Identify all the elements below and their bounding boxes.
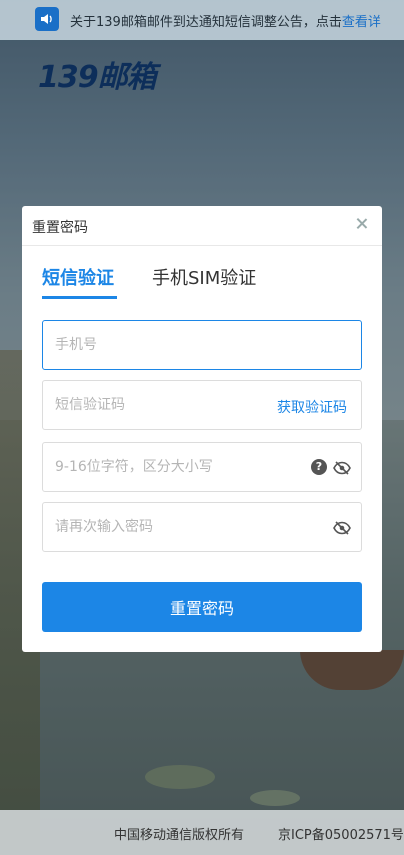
reset-password-button[interactable]: 重置密码 bbox=[42, 582, 362, 632]
verify-tabs: 短信验证 手机SIM验证 bbox=[42, 264, 362, 299]
notice-text: 关于139邮箱邮件到达通知短信调整公告，点击查看详 bbox=[70, 11, 381, 30]
phone-input[interactable] bbox=[55, 321, 275, 369]
password-field: ? bbox=[42, 442, 362, 492]
footer: 中国移动通信版权所有 京ICP备05002571号 bbox=[0, 810, 404, 855]
tab-label: 短信验证 bbox=[42, 268, 114, 289]
get-code-button[interactable]: 获取验证码 bbox=[277, 397, 347, 417]
speaker-icon bbox=[35, 7, 59, 31]
notice-message: 关于139邮箱邮件到达通知短信调整公告，点击 bbox=[70, 15, 342, 30]
sms-code-field: 获取验证码 bbox=[42, 380, 362, 430]
icp-link[interactable]: 京ICP备05002571号 bbox=[278, 824, 404, 843]
reset-password-modal: 重置密码 短信验证 手机SIM验证 获取验证码 ? 重置密码 bbox=[22, 206, 382, 652]
tab-label: 手机SIM验证 bbox=[152, 268, 257, 289]
modal-header: 重置密码 bbox=[22, 206, 382, 246]
notice-bar: 关于139邮箱邮件到达通知短信调整公告，点击查看详 bbox=[0, 0, 404, 40]
active-tab-underline bbox=[42, 296, 117, 299]
notice-link[interactable]: 查看详 bbox=[342, 15, 381, 30]
help-icon[interactable]: ? bbox=[311, 459, 327, 475]
tab-sms-verify[interactable]: 短信验证 bbox=[42, 264, 117, 299]
sms-code-input[interactable] bbox=[55, 381, 275, 429]
confirm-password-input[interactable] bbox=[55, 503, 275, 551]
password-input[interactable] bbox=[55, 443, 275, 491]
logo-139-mail[interactable]: 139邮箱 bbox=[38, 52, 157, 96]
close-icon[interactable] bbox=[354, 216, 370, 232]
copyright-text: 中国移动通信版权所有 bbox=[114, 828, 245, 843]
eye-hidden-icon[interactable] bbox=[333, 460, 351, 475]
confirm-password-field bbox=[42, 502, 362, 552]
tab-sim-verify[interactable]: 手机SIM验证 bbox=[152, 264, 256, 290]
eye-hidden-icon[interactable] bbox=[333, 520, 351, 535]
modal-title: 重置密码 bbox=[32, 220, 88, 236]
phone-field bbox=[42, 320, 362, 370]
